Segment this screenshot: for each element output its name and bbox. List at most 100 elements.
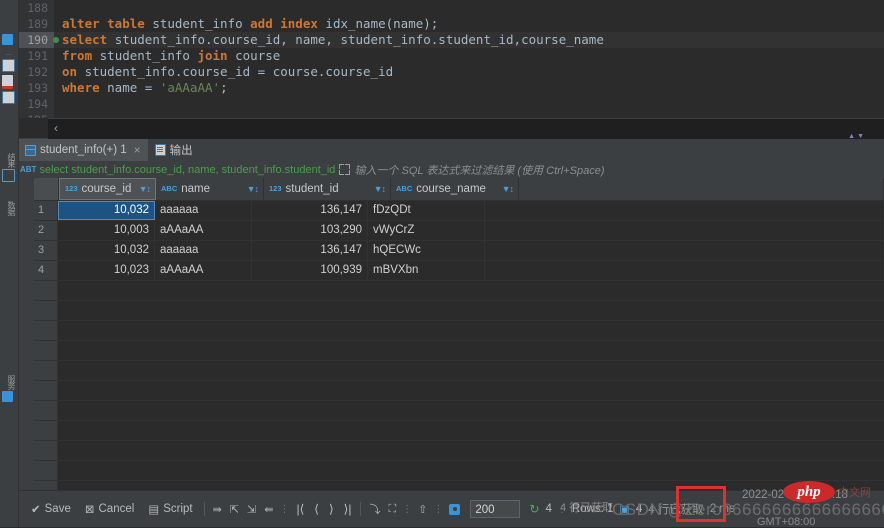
sort-icon[interactable]: ▼↕ [247,184,258,194]
cell-course-id[interactable]: 10,032 [58,201,155,220]
empty-cells [58,461,884,480]
sort-icon[interactable]: ▼↕ [374,184,385,194]
run-icon[interactable] [2,34,16,48]
empty-cells [58,301,884,320]
cell-course-name[interactable]: mBVXbn [368,261,485,280]
error-doc-icon[interactable] [2,75,16,89]
empty-cells [58,441,884,460]
rail-label-results[interactable]: 结果 [2,153,16,167]
row-limit-input[interactable]: 200 [470,500,520,518]
tab-student-info[interactable]: student_info(+) 1 × [18,139,148,161]
cell-student-id[interactable]: 100,939 [252,261,368,280]
line-number: 194 [18,96,54,112]
gear-icon[interactable] [449,504,460,515]
code-text: from student_info join course [54,48,280,64]
last-page-button[interactable]: ⟩| [339,502,357,516]
editor-horizontal-scrollbar[interactable]: ‹ ▲▼ [48,118,884,139]
column-label: student_id [286,183,339,195]
row-number [34,301,58,320]
cell-filler [485,201,884,220]
result-filter-bar[interactable]: ABT select student_info.course_id, name,… [18,161,884,179]
edit-row-icon[interactable]: ⇛ [209,503,226,516]
services-icon[interactable] [2,391,16,405]
editor-gutter-stub [18,118,48,138]
refresh-icon[interactable]: ↻ [526,502,542,516]
clone-row-icon[interactable]: ⇲ [243,503,260,516]
empty-row [34,361,884,381]
export-icon[interactable]: ⇧ [414,503,431,516]
row-number [34,341,58,360]
file-icon[interactable] [2,91,16,105]
more-options-icon[interactable]: ⋮ [277,504,291,515]
watermark-csdn: CSDN @Zero6666666666666666666 [612,500,884,520]
column-label: course_id [82,183,132,195]
prev-page-button[interactable]: ⟨ [309,502,324,516]
delete-row-icon[interactable]: ⇚ [260,503,277,516]
more-options-icon[interactable]: ⋮ [431,504,445,515]
code-text [54,96,62,112]
table-row[interactable]: 310,032aaaaaa136,147hQECWc [34,241,884,261]
more-options-icon[interactable]: ⋮ [400,504,414,515]
empty-cells [58,321,884,340]
cell-student-id[interactable]: 103,290 [252,221,368,240]
value-editor-icon[interactable]: ⛶ [384,503,400,516]
save-button[interactable]: ✔ Save [24,499,78,519]
cell-name[interactable]: aaaaaa [155,201,252,220]
php-logo: php [783,481,835,503]
transpose-icon[interactable]: ⤵ [365,501,384,517]
line-number: 189 [18,16,54,32]
cancel-button[interactable]: ⊠ Cancel [78,499,141,519]
table-row[interactable]: 210,003aAAaAA103,290vWyCrZ [34,221,884,241]
column-type-icon: ABC [396,185,412,193]
cell-course-id[interactable]: 10,003 [58,221,155,240]
scroll-left-chevron-icon[interactable]: ‹ [54,121,58,135]
column-header-course_id[interactable]: 123course_id▼↕ [59,178,156,200]
rail-label-data[interactable]: 数据 [2,201,16,215]
expand-icon[interactable] [339,164,350,175]
db-console-icon[interactable] [2,59,16,73]
first-page-button[interactable]: |⟨ [291,502,309,516]
code-line: 189alter table student_info add index id… [18,16,884,32]
script-button[interactable]: ▤ Script [141,499,199,519]
tab-output[interactable]: 输出 [148,139,200,161]
cell-course-name[interactable]: hQECWc [368,241,485,260]
cell-course-id[interactable]: 10,032 [58,241,155,260]
code-line: 194 [18,96,884,112]
add-row-icon[interactable]: ⇱ [226,503,243,516]
line-number: 192 [18,64,54,80]
table-grid-icon[interactable] [2,169,16,183]
rail-label-services[interactable]: 服务 [2,375,16,389]
script-label: Script [163,503,192,515]
cell-name[interactable]: aAAaAA [155,221,252,240]
sort-icon[interactable]: ▼↕ [502,184,513,194]
row-number [34,361,58,380]
table-row[interactable]: 410,023aAAaAA100,939mBVXbn [34,261,884,281]
cell-student-id[interactable]: 136,147 [252,241,368,260]
cell-course-name[interactable]: vWyCrZ [368,221,485,240]
cell-course-id[interactable]: 10,023 [58,261,155,280]
close-icon[interactable]: × [134,143,141,157]
red-highlight-box [676,486,726,522]
cell-student-id[interactable]: 136,147 [252,201,368,220]
cancel-icon: ⊠ [85,502,95,516]
filter-placeholder-text: 输入一个 SQL 表达式来过滤结果 (使用 Ctrl+Space) [354,162,604,178]
filter-type-icon: ABT [18,165,39,174]
next-page-button[interactable]: ⟩ [324,502,339,516]
column-type-icon: ABC [161,185,177,193]
column-header-student_id[interactable]: 123student_id▼↕ [264,178,391,200]
empty-row [34,441,884,461]
cell-name[interactable]: aaaaaa [155,241,252,260]
column-header-name[interactable]: ABCname▼↕ [156,178,264,200]
code-line: 190select student_info.course_id, name, … [18,32,884,48]
table-row[interactable]: 110,032aaaaaa136,147fDzQDt [34,201,884,221]
cell-name[interactable]: aAAaAA [155,261,252,280]
output-icon [155,144,166,156]
sort-icon[interactable]: ▼↕ [139,184,150,194]
sql-editor[interactable]: 188189alter table student_info add index… [18,0,884,118]
more-icon[interactable]: … [0,50,18,57]
breakpoint-icon[interactable] [53,37,59,43]
row-number-header [34,178,59,200]
page-count: 4 [542,503,554,515]
column-header-course_name[interactable]: ABCcourse_name▼↕ [391,178,519,200]
cell-course-name[interactable]: fDzQDt [368,201,485,220]
